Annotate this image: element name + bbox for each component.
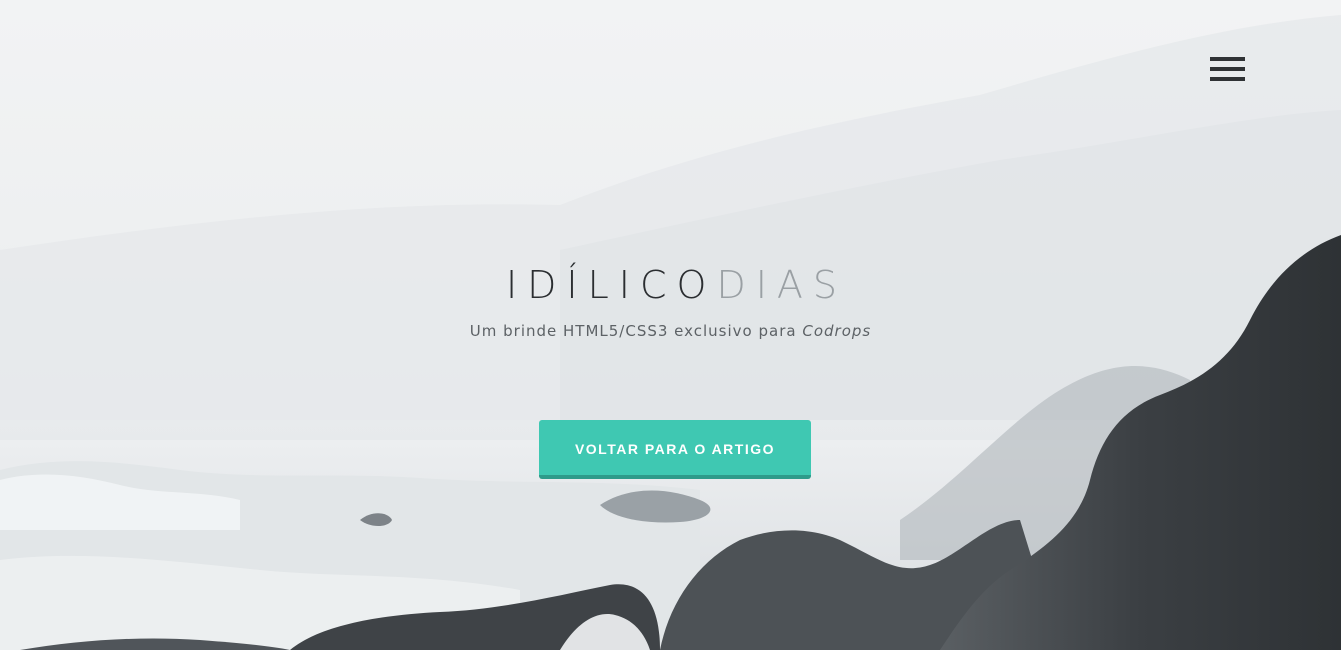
subtitle-emphasis: Codrops	[802, 322, 872, 340]
site-subtitle: Um brinde HTML5/CSS3 exclusivo para Codr…	[0, 322, 1341, 340]
hamburger-menu-button[interactable]	[1208, 55, 1246, 85]
hero-section: IDÍLICODIAS Um brinde HTML5/CSS3 exclusi…	[0, 0, 1341, 650]
hamburger-menu-icon-bar	[1210, 67, 1245, 71]
subtitle-text: Um brinde HTML5/CSS3 exclusivo para	[469, 322, 797, 340]
hamburger-menu-icon-bar	[1210, 77, 1245, 81]
hamburger-menu-icon-bar	[1210, 57, 1245, 61]
hero-content: IDÍLICODIAS Um brinde HTML5/CSS3 exclusi…	[0, 262, 1341, 340]
back-to-article-button[interactable]: VOLTAR PARA O ARTIGO	[539, 420, 811, 479]
site-title: IDÍLICODIAS	[0, 262, 1341, 308]
site-title-dark: IDÍLICO	[505, 263, 717, 307]
site-title-light: DIAS	[716, 263, 848, 307]
